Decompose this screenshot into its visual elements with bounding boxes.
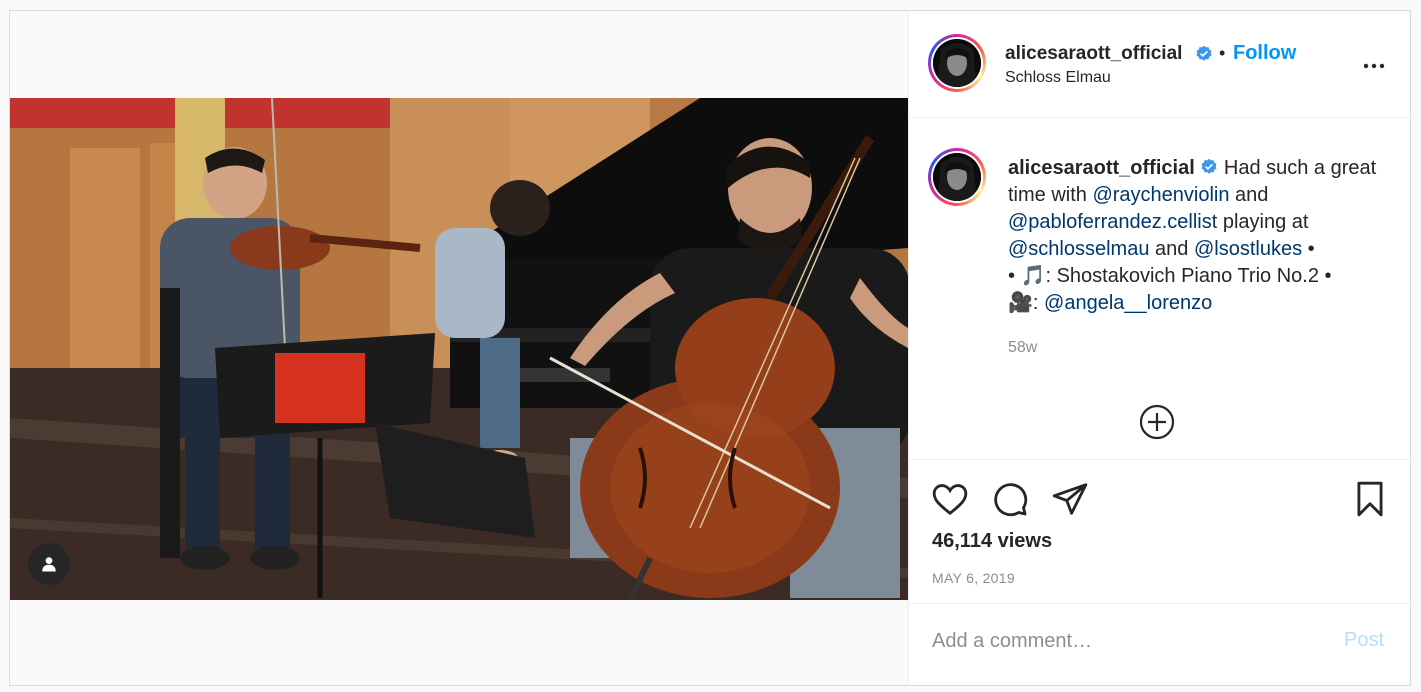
caption-text-3: playing at (1217, 211, 1309, 233)
header-avatar[interactable] (928, 34, 986, 92)
comment-icon[interactable] (991, 480, 1029, 518)
mention-pabloferrandez[interactable]: @pabloferrandez.cellist (1008, 211, 1217, 233)
header-username[interactable]: alicesaraott_official (1005, 43, 1182, 65)
user-icon (42, 557, 56, 572)
heart-icon[interactable] (931, 480, 969, 518)
paper-plane-icon[interactable] (1051, 480, 1089, 518)
view-count[interactable]: 46,114 views (932, 530, 1052, 553)
caption-time-ago[interactable]: 58w (1008, 339, 1037, 357)
post-comment-button[interactable]: Post (1344, 629, 1384, 652)
mention-lsostlukes[interactable]: @lsostlukes (1194, 238, 1302, 260)
mention-schlosselmau[interactable]: @schlosselmau (1008, 238, 1149, 260)
music-note-emoji: 🎵 (1020, 265, 1046, 287)
post-sidebar: alicesaraott_official • Follow Schloss E… (908, 11, 1411, 685)
caption-line3-text: : (1032, 292, 1045, 314)
mention-raychenviolin[interactable]: @raychenviolin (1092, 184, 1229, 206)
verified-badge-icon (1196, 45, 1212, 61)
avatar-portrait (933, 153, 981, 201)
post-caption: alicesaraott_official Had such a great t… (1008, 155, 1378, 317)
caption-text-5: • (1302, 238, 1315, 260)
mention-angela-lorenzo[interactable]: @angela__lorenzo (1044, 292, 1212, 314)
caption-line2-prefix: • (1008, 265, 1021, 287)
video-frame (10, 98, 908, 600)
caption-text-4: and (1149, 238, 1194, 260)
tagged-users-button[interactable] (28, 543, 70, 585)
follow-button[interactable]: Follow (1233, 42, 1296, 65)
post-location[interactable]: Schloss Elmau (1005, 69, 1111, 87)
caption-line2-text: : Shostakovich Piano Trio No.2 • (1045, 265, 1332, 287)
movie-camera-emoji: 🎥 (1008, 292, 1033, 314)
add-comment-bar: Post (909, 604, 1411, 685)
caption-text-2: and (1229, 184, 1269, 206)
caption-username[interactable]: alicesaraott_official (1008, 157, 1195, 179)
avatar-portrait (933, 39, 981, 87)
bookmark-icon[interactable] (1351, 480, 1389, 518)
caption-avatar[interactable] (928, 148, 986, 206)
comment-input[interactable] (932, 626, 1312, 656)
post-video[interactable] (10, 98, 908, 600)
post-date[interactable]: MAY 6, 2019 (932, 570, 1015, 586)
comments-section: alicesaraott_official Had such a great t… (909, 118, 1411, 460)
media-pane (10, 11, 908, 685)
instagram-post: alicesaraott_official • Follow Schloss E… (9, 10, 1411, 686)
load-more-comments-icon[interactable] (1139, 404, 1175, 440)
more-horizontal-icon[interactable] (1363, 63, 1385, 69)
header-separator: • (1219, 43, 1226, 63)
verified-badge-icon (1201, 158, 1217, 174)
post-header: alicesaraott_official • Follow Schloss E… (909, 11, 1411, 118)
post-actions: 46,114 views MAY 6, 2019 (909, 460, 1411, 604)
